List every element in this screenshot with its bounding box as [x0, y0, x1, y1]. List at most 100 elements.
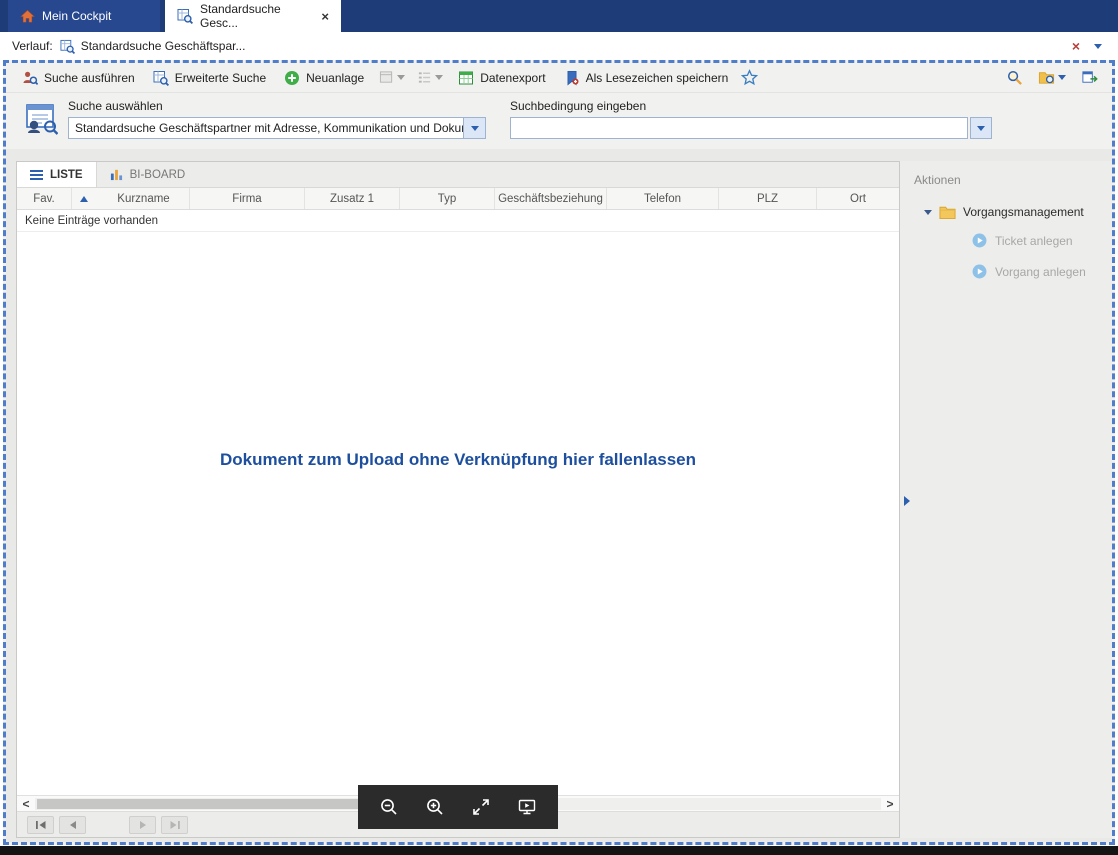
actions-panel: Aktionen Vorgangsmanagement Ticket anleg…	[900, 161, 1112, 838]
action-ticket-anlegen[interactable]: Ticket anlegen	[972, 233, 1112, 248]
action-ticket-anlegen-label: Ticket anlegen	[995, 234, 1073, 248]
toolbar-right-group	[1006, 66, 1104, 89]
chevron-down-icon	[977, 126, 985, 131]
list-view-icon	[30, 168, 43, 182]
person-search-icon	[22, 70, 38, 86]
star-icon	[741, 69, 758, 86]
result-list-panel: LISTE BI-BOARD Fav.	[16, 161, 900, 838]
next-page-button[interactable]	[129, 816, 156, 834]
history-item[interactable]: Standardsuche Geschäftspar...	[60, 39, 246, 54]
search-grid-icon	[177, 8, 193, 24]
edit-record-split-button[interactable]	[374, 67, 410, 88]
close-icon[interactable]: ×	[1072, 39, 1080, 53]
application-window: Mein Cockpit Standardsuche Gesc... × Ver…	[0, 0, 1118, 855]
column-header-zusatz1[interactable]: Zusatz 1	[305, 188, 400, 209]
zoom-in-button[interactable]	[412, 785, 458, 829]
search-condition-dropdown-button[interactable]	[970, 117, 992, 139]
column-header-geschaeftsbeziehung[interactable]: Geschäftsbeziehung	[495, 188, 607, 209]
first-page-button[interactable]	[27, 816, 54, 834]
chevron-down-icon[interactable]	[1094, 44, 1102, 49]
play-circle-icon	[972, 233, 987, 248]
edit-search-icon-button[interactable]	[1006, 69, 1023, 86]
tab-bi-board[interactable]: BI-BOARD	[97, 162, 199, 187]
fullscreen-button[interactable]	[458, 785, 504, 829]
table-header: Fav. Kurzname Firma Zusatz 1 Typ Geschäf…	[17, 188, 899, 210]
tab-mein-cockpit[interactable]: Mein Cockpit	[8, 0, 160, 32]
tab-bi-board-label: BI-BOARD	[130, 169, 186, 181]
tree-group-label: Vorgangsmanagement	[963, 205, 1084, 219]
export-table-icon	[458, 70, 474, 86]
column-header-fav[interactable]: Fav.	[17, 188, 72, 209]
detach-search-icon-button[interactable]	[1081, 69, 1098, 86]
bookmark-icon	[564, 70, 580, 86]
workspace: LISTE BI-BOARD Fav.	[6, 149, 1112, 842]
search-select-label: Suche auswählen	[68, 99, 486, 113]
tab-liste[interactable]: LISTE	[17, 162, 97, 187]
scrollbar-thumb[interactable]	[37, 799, 358, 809]
drop-hint-text: Dokument zum Upload ohne Verknüpfung hie…	[220, 450, 696, 470]
list-icon-disabled	[417, 70, 432, 85]
chevron-down-icon	[1058, 75, 1066, 80]
actions-panel-title: Aktionen	[914, 173, 1112, 187]
scroll-right-icon[interactable]: >	[881, 798, 899, 810]
column-header-kurzname[interactable]: Kurzname	[72, 188, 190, 209]
search-select-combobox[interactable]: Standardsuche Geschäftspartner mit Adres…	[68, 117, 486, 139]
folder-icon	[939, 205, 956, 219]
data-export-button[interactable]: Datenexport	[450, 67, 553, 89]
action-vorgang-anlegen[interactable]: Vorgang anlegen	[972, 264, 1112, 279]
view-tab-bar: LISTE BI-BOARD	[17, 162, 899, 188]
column-header-telefon[interactable]: Telefon	[607, 188, 719, 209]
favorite-star-button[interactable]	[738, 66, 761, 89]
run-search-button[interactable]: Suche ausführen	[14, 67, 143, 89]
data-export-label: Datenexport	[480, 71, 545, 85]
table-search-icon	[153, 70, 169, 86]
new-record-button[interactable]: Neuanlage	[276, 67, 372, 89]
empty-list-message: Keine Einträge vorhanden	[17, 210, 899, 232]
chevron-down-icon	[397, 75, 405, 80]
history-bar-controls: ×	[1072, 39, 1106, 53]
new-record-label: Neuanlage	[306, 71, 364, 85]
column-header-typ[interactable]: Typ	[400, 188, 495, 209]
tab-close-icon[interactable]: ×	[321, 10, 329, 23]
view-options-split-button[interactable]	[412, 67, 448, 88]
search-select-group: Suche auswählen Standardsuche Geschäftsp…	[68, 99, 486, 141]
tab-liste-label: LISTE	[50, 169, 83, 181]
column-header-firma[interactable]: Firma	[190, 188, 305, 209]
zoom-toolbar	[358, 785, 558, 829]
presentation-button[interactable]	[504, 785, 550, 829]
action-vorgang-anlegen-label: Vorgang anlegen	[995, 265, 1086, 279]
search-folder-split-button[interactable]	[1033, 66, 1071, 89]
column-header-ort[interactable]: Ort	[817, 188, 899, 209]
tab-standardsuche-label: Standardsuche Gesc...	[200, 2, 314, 30]
upload-drop-area[interactable]: Dokument zum Upload ohne Verknüpfung hie…	[17, 232, 899, 795]
advanced-search-button[interactable]: Erweiterte Suche	[145, 67, 274, 89]
column-header-plz[interactable]: PLZ	[719, 188, 817, 209]
search-condition-input[interactable]	[510, 117, 968, 139]
chevron-down-icon	[435, 75, 443, 80]
previous-page-button[interactable]	[59, 816, 86, 834]
search-select-value: Standardsuche Geschäftspartner mit Adres…	[68, 117, 464, 139]
search-select-dropdown-button[interactable]	[464, 117, 486, 139]
last-page-button[interactable]	[161, 816, 188, 834]
tree-group-vorgangsmanagement[interactable]: Vorgangsmanagement	[924, 205, 1112, 219]
form-icon-disabled	[379, 70, 394, 85]
tree-children: Ticket anlegen Vorgang anlegen	[972, 233, 1112, 279]
tab-standardsuche[interactable]: Standardsuche Gesc... ×	[165, 0, 341, 32]
plus-circle-icon	[284, 70, 300, 86]
search-grid-icon-small	[60, 39, 75, 54]
search-condition-label: Suchbedingung eingeben	[510, 99, 992, 113]
home-icon	[20, 9, 35, 24]
scroll-left-icon[interactable]: <	[17, 798, 35, 810]
history-bar: Verlauf: Standardsuche Geschäftspar... ×	[0, 32, 1118, 60]
bottom-strip	[0, 846, 1118, 855]
play-circle-icon	[972, 264, 987, 279]
save-bookmark-label: Als Lesezeichen speichern	[586, 71, 729, 85]
zoom-out-button[interactable]	[366, 785, 412, 829]
save-bookmark-button[interactable]: Als Lesezeichen speichern	[556, 67, 737, 89]
panel-collapse-chevron-icon[interactable]	[904, 496, 910, 506]
document-drop-zone[interactable]: Suche ausführen Erweiterte Suche	[3, 60, 1115, 845]
sort-ascending-icon	[80, 196, 88, 202]
run-search-label: Suche ausführen	[44, 71, 135, 85]
bar-chart-icon	[110, 168, 123, 181]
tree-expander-icon[interactable]	[924, 210, 932, 215]
